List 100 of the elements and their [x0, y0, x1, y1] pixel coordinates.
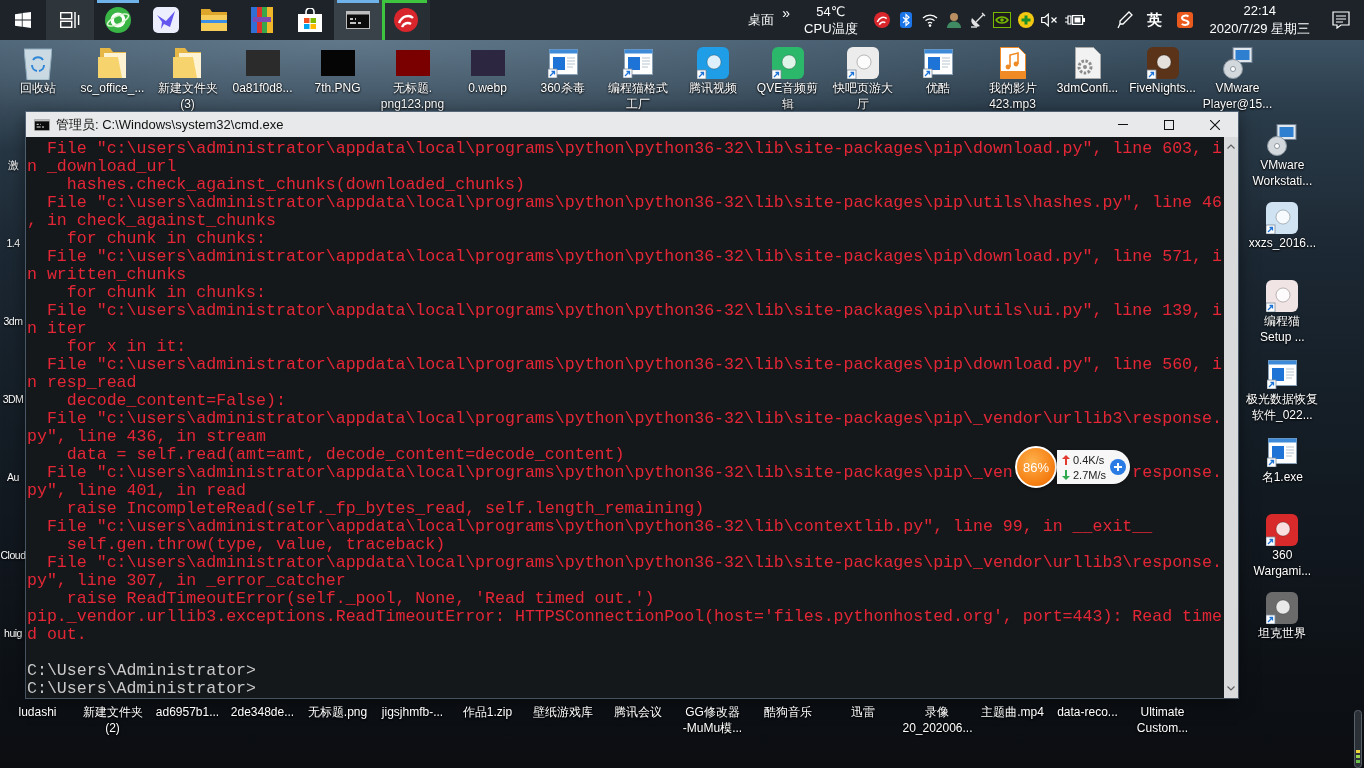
task-view-icon[interactable]	[60, 12, 80, 28]
bird-icon[interactable]	[153, 7, 179, 33]
desktop-icon-label[interactable]: 极光数据恢复软件_022...	[1243, 391, 1322, 423]
desktop-icon-label[interactable]: 腾讯视频	[688, 80, 737, 96]
desktop-toolbar-button[interactable]: 桌面	[740, 0, 779, 40]
scroll-up-icon[interactable]	[1227, 144, 1236, 149]
program-window-icon[interactable]	[922, 48, 953, 78]
desktop-icon-label[interactable]: 360 Wargami...	[1253, 547, 1312, 579]
desktop-icon-label[interactable]: 壁纸游戏库	[532, 704, 593, 720]
desktop-icon-label[interactable]: sc_office_...	[80, 80, 145, 96]
folder-icon[interactable]	[97, 48, 128, 78]
desktop-icon-label[interactable]: 无标题. png123.png	[380, 80, 445, 112]
plus-circle-icon[interactable]	[1017, 12, 1034, 28]
eye-logo-icon[interactable]	[992, 12, 1011, 28]
bluetooth-icon[interactable]	[899, 12, 912, 28]
minimize-icon[interactable]	[1118, 124, 1129, 125]
desktop-icon-label[interactable]: 腾讯会议	[613, 704, 662, 720]
close-icon[interactable]	[1210, 119, 1221, 130]
image-thumbnail-icon[interactable]	[395, 50, 430, 76]
desktop-icon-label[interactable]: 0.webp	[468, 80, 507, 96]
image-thumbnail-icon[interactable]	[320, 50, 355, 76]
desktop-icon-label[interactable]: 1.4	[6, 235, 20, 251]
gear-file-icon[interactable]	[1074, 47, 1101, 79]
folder-icon[interactable]	[201, 9, 227, 31]
swirl-logo-icon[interactable]	[394, 8, 418, 32]
desktop-icon-label[interactable]: 快吧页游大厅	[827, 80, 898, 112]
speaker-muted-icon[interactable]	[1040, 13, 1059, 27]
program-window-icon[interactable]	[622, 48, 653, 78]
desktop-icon-label[interactable]: 编程猫格式工厂	[602, 80, 673, 112]
desktop-icon-label[interactable]: 0a81f0d8...	[232, 80, 293, 96]
scroll-down-icon[interactable]	[1227, 686, 1236, 691]
desktop-icon-label[interactable]: data-reco...	[1057, 704, 1118, 720]
app-tile-icon[interactable]	[771, 47, 804, 79]
task-view-button[interactable]	[46, 0, 94, 40]
app-tile-icon[interactable]	[1146, 47, 1179, 79]
app-tile-icon[interactable]	[1266, 280, 1299, 312]
notification-icon[interactable]	[1332, 11, 1350, 29]
desktop-icon-label[interactable]: 回收站	[19, 80, 56, 96]
app-tile-icon[interactable]	[1266, 514, 1299, 546]
desktop-icon-label[interactable]: 3DM	[2, 391, 24, 407]
desktop-icon-label[interactable]: huig	[4, 625, 22, 641]
ime-logo-icon[interactable]	[1176, 12, 1193, 28]
desktop-icon-label[interactable]: jigsjhmfb-...	[381, 704, 444, 720]
folder-icon[interactable]	[172, 48, 203, 78]
desktop-icon-label[interactable]: 3dmConfi...	[1056, 80, 1119, 96]
scrollbar[interactable]	[1224, 137, 1239, 698]
desktop-icon-label[interactable]: 录像 20_202006...	[902, 704, 973, 736]
program-window-icon[interactable]	[1267, 359, 1298, 389]
desktop-icon-label[interactable]: 2de348de...	[230, 704, 295, 720]
pen-icon[interactable]	[1116, 11, 1133, 29]
desktop-icon-label[interactable]: ludashi	[18, 704, 57, 720]
desktop-icon-label[interactable]: 编程猫 Setup ...	[1260, 313, 1305, 345]
desktop-icon-label[interactable]: 名1.exe	[1261, 469, 1304, 485]
toolbar-chevron-button[interactable]: »	[778, 3, 795, 23]
shopping-bag-icon[interactable]	[298, 8, 322, 32]
desktop-icon-label[interactable]: 7th.PNG	[314, 80, 361, 96]
desktop-icon-label[interactable]: 无标题.png	[307, 704, 368, 720]
browser-icon[interactable]	[105, 7, 131, 33]
start-icon[interactable]	[15, 12, 31, 28]
desktop-icon-label[interactable]: QVE音频剪辑	[752, 80, 823, 112]
app-tile-icon[interactable]	[1266, 592, 1299, 624]
app-tile-icon[interactable]	[846, 47, 879, 79]
desktop-icon-label[interactable]: 优酷	[925, 80, 950, 96]
image-thumbnail-icon[interactable]	[245, 50, 280, 76]
desktop-icon-label[interactable]: 激	[7, 157, 19, 173]
desktop-icon-label[interactable]: 酷狗音乐	[763, 704, 812, 720]
clock-button[interactable]: 22:14 2020/7/29 星期三	[1199, 0, 1318, 40]
power-plug-icon[interactable]	[1064, 14, 1085, 26]
desktop-icon-label[interactable]: VMware Workstati...	[1252, 157, 1313, 189]
desktop-icon-label[interactable]: xxzs_2016...	[1248, 235, 1317, 251]
program-window-icon[interactable]	[547, 48, 578, 78]
desktop-icon-label[interactable]: Ultimate Custom...	[1136, 704, 1189, 736]
app-tile-icon[interactable]	[1266, 202, 1299, 234]
terminal-icon[interactable]	[346, 11, 370, 29]
desktop-icon-label[interactable]: Au	[7, 469, 19, 485]
music-file-icon[interactable]	[999, 47, 1026, 79]
program-window-icon[interactable]	[1267, 437, 1298, 467]
desktop-icon-label[interactable]: VMware Player@15...	[1202, 80, 1273, 112]
desktop-icon-label[interactable]: 360杀毒	[540, 80, 585, 96]
person-icon[interactable]	[945, 12, 962, 28]
desktop-icon-label[interactable]: Cloud	[0, 547, 26, 563]
desktop-icon-label[interactable]: 坦克世界	[1258, 625, 1307, 641]
desktop-icon-label[interactable]: 3dm	[3, 313, 23, 329]
input-mode-button[interactable]: 英	[1139, 0, 1170, 40]
recycle-bin-icon[interactable]	[23, 46, 52, 80]
desktop-icon-label[interactable]: ad6957b1...	[155, 704, 220, 720]
swirl-logo-icon[interactable]	[873, 12, 890, 28]
desktop-icon-label[interactable]: 主题曲.mp4	[981, 704, 1044, 720]
desktop-icon-label[interactable]: 作品1.zip	[462, 704, 513, 720]
taskbar-app-button[interactable]	[334, 0, 382, 40]
desktop-icon-label[interactable]: GG修改器 -MuMu模...	[682, 704, 743, 736]
desktop-icon-label[interactable]: 我的影片 423.mp3	[988, 80, 1037, 112]
desktop-icon-label[interactable]: 新建文件夹 (2)	[82, 704, 143, 736]
installer-icon[interactable]	[1267, 124, 1298, 156]
image-thumbnail-icon[interactable]	[470, 50, 505, 76]
app-tile-icon[interactable]	[696, 47, 729, 79]
desktop-icon-label[interactable]: 新建文件夹 (3)	[157, 80, 218, 112]
wifi-icon[interactable]	[921, 13, 938, 27]
maximize-icon[interactable]	[1164, 119, 1175, 130]
satellite-dish-icon[interactable]	[969, 12, 986, 28]
